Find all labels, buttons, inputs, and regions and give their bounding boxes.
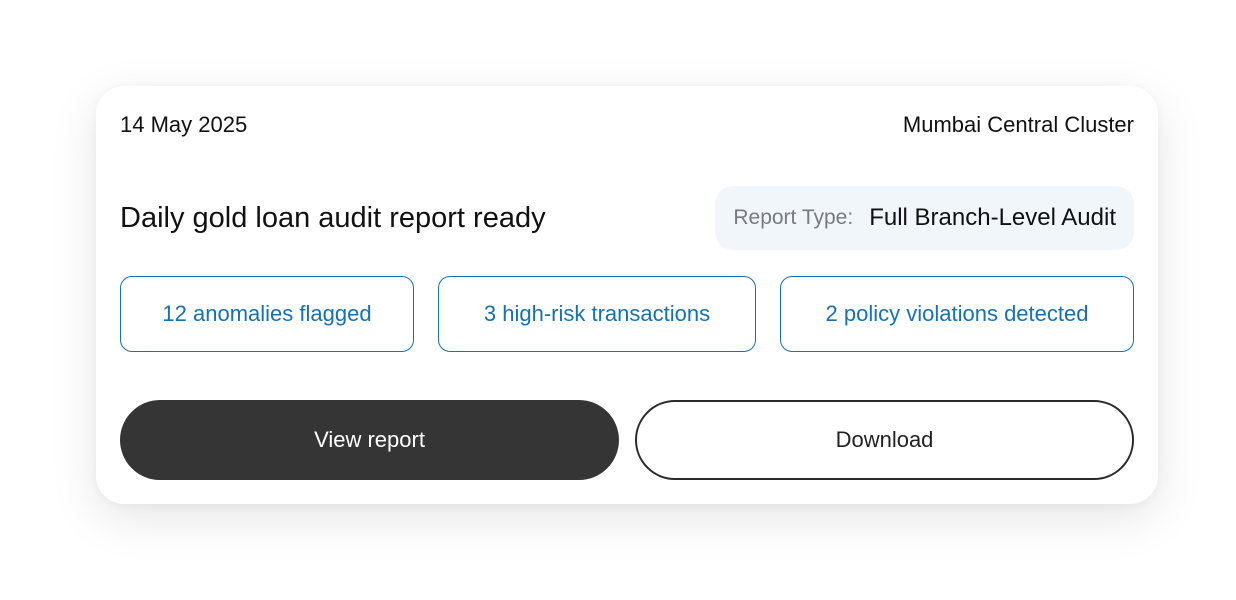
card-title: Daily gold loan audit report ready: [120, 202, 546, 234]
report-type-label: Report Type:: [733, 206, 854, 229]
stats-chips: 12 anomalies flagged 3 high-risk transac…: [120, 276, 1134, 352]
policy-violations-chip[interactable]: 2 policy violations detected: [780, 276, 1134, 352]
report-date: 14 May 2025: [120, 112, 248, 137]
anomalies-chip[interactable]: 12 anomalies flagged: [120, 276, 414, 352]
audit-report-card: 14 May 2025 Mumbai Central Cluster Daily…: [96, 86, 1158, 504]
view-report-button[interactable]: View report: [120, 400, 619, 480]
high-risk-chip[interactable]: 3 high-risk transactions: [438, 276, 756, 352]
cluster-name: Mumbai Central Cluster: [902, 112, 1134, 137]
report-type-value: Full Branch-Level Audit: [869, 204, 1116, 231]
report-type-badge: Report Type: Full Branch-Level Audit: [715, 186, 1134, 250]
download-button[interactable]: Download: [635, 400, 1134, 480]
